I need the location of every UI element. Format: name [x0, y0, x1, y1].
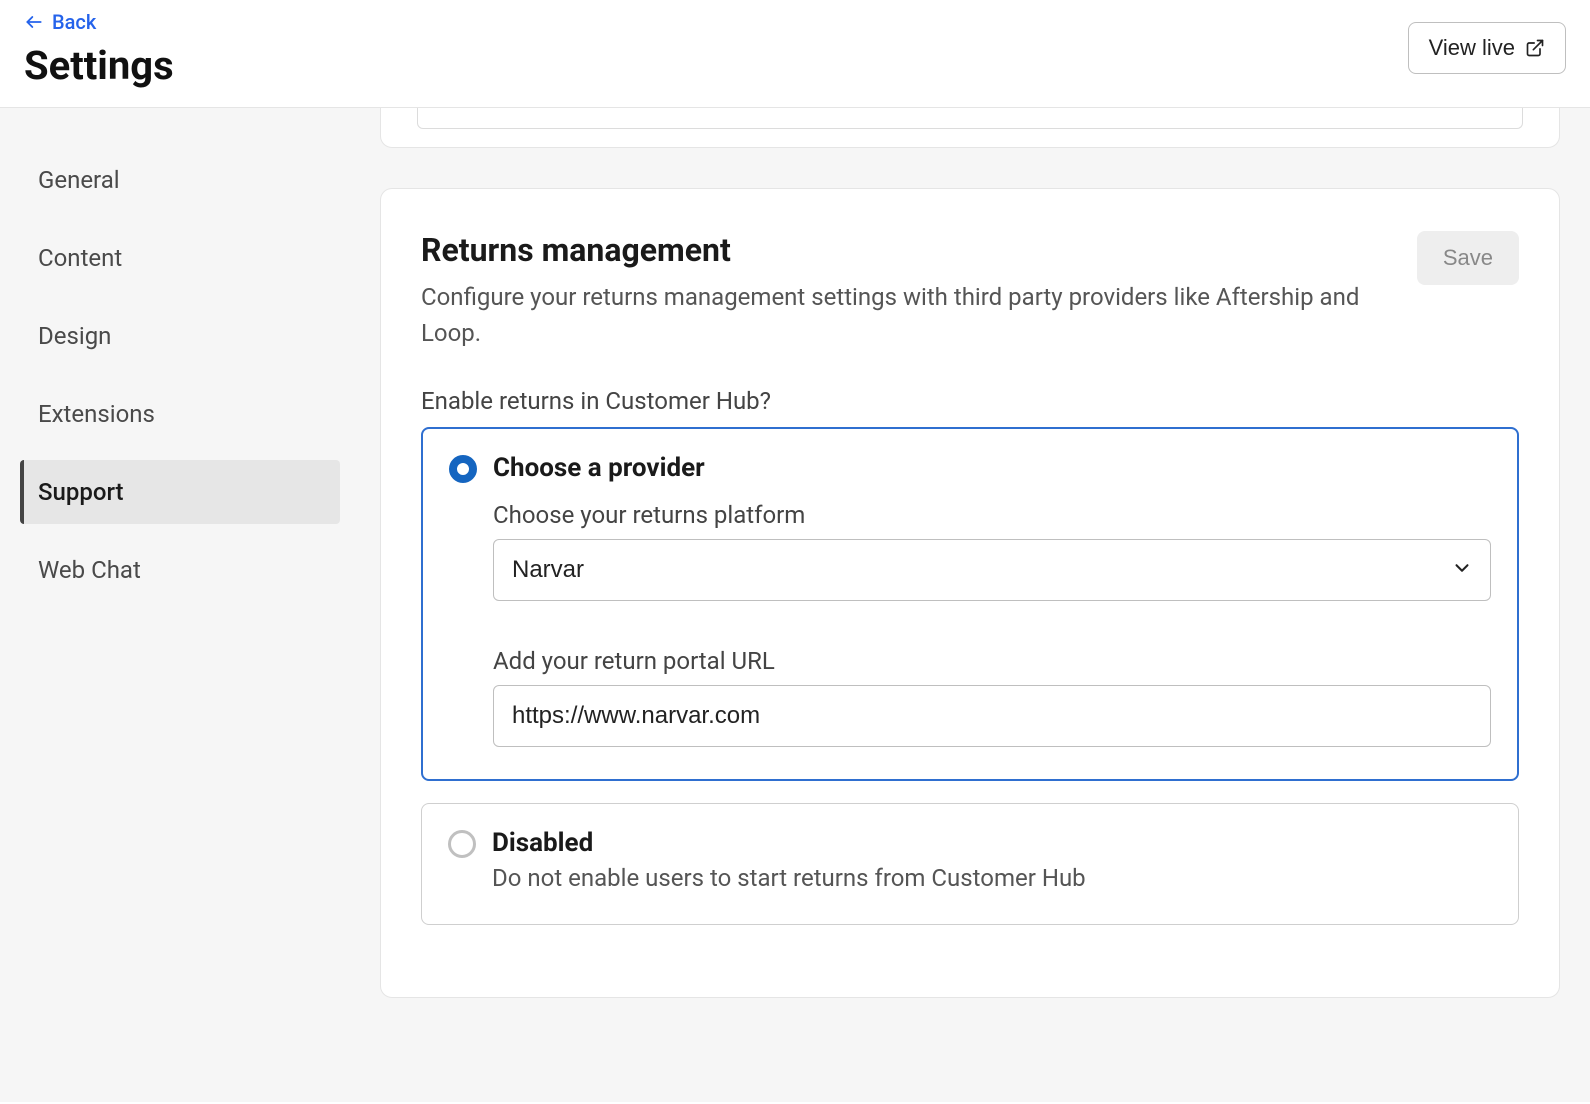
option-disabled-subtitle: Do not enable users to start returns fro… [492, 864, 1086, 892]
option-disabled-title: Disabled [492, 828, 1086, 858]
sidebar-item-extensions[interactable]: Extensions [20, 382, 340, 446]
sidebar-item-support[interactable]: Support [20, 460, 340, 524]
returns-platform-select[interactable] [493, 539, 1491, 601]
option-provider-title: Choose a provider [493, 453, 1491, 483]
arrow-left-icon [24, 12, 44, 32]
portal-url-label: Add your return portal URL [493, 647, 1491, 675]
back-link[interactable]: Back [24, 10, 174, 34]
option-choose-provider[interactable]: Choose a provider Choose your returns pl… [421, 427, 1519, 781]
sidebar-item-design[interactable]: Design [20, 304, 340, 368]
returns-title: Returns management [421, 231, 1381, 269]
radio-selected-icon [449, 455, 477, 483]
platform-label: Choose your returns platform [493, 501, 1491, 529]
view-live-button[interactable]: View live [1408, 22, 1566, 74]
radio-unselected-icon [448, 830, 476, 858]
option-disabled[interactable]: Disabled Do not enable users to start re… [421, 803, 1519, 925]
sidebar-item-general[interactable]: General [20, 148, 340, 212]
main-content: Returns management Configure your return… [360, 108, 1590, 1102]
back-label: Back [52, 10, 96, 34]
page-title: Settings [24, 42, 174, 89]
return-portal-url-input[interactable] [493, 685, 1491, 747]
sidebar-item-content[interactable]: Content [20, 226, 340, 290]
save-button[interactable]: Save [1417, 231, 1519, 285]
returns-management-card: Returns management Configure your return… [380, 188, 1560, 998]
enable-returns-label: Enable returns in Customer Hub? [421, 387, 1519, 415]
view-live-label: View live [1429, 35, 1515, 61]
sidebar-item-web-chat[interactable]: Web Chat [20, 538, 340, 602]
page-header: Back Settings View live [0, 0, 1590, 108]
settings-sidebar: General Content Design Extensions Suppor… [0, 108, 360, 1102]
previous-card-stub [380, 108, 1560, 148]
external-link-icon [1525, 38, 1545, 58]
returns-description: Configure your returns management settin… [421, 279, 1381, 351]
